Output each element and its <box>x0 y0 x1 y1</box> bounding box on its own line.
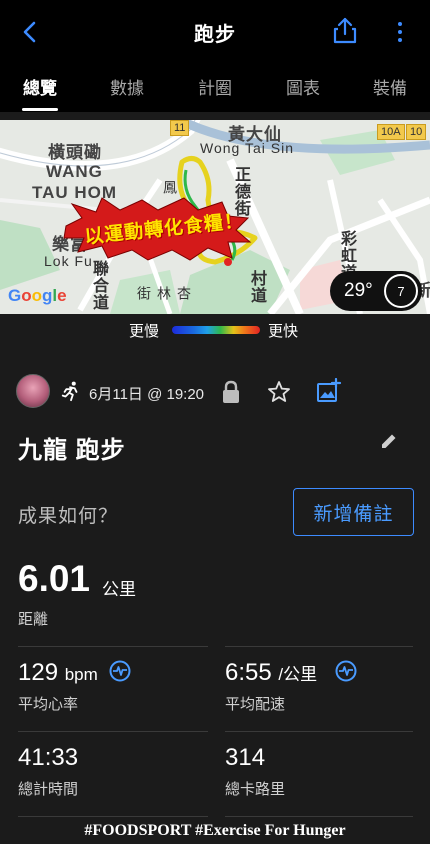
heart-rate-unit: bpm <box>64 665 98 684</box>
how-did-it-go-label: 成果如何？ <box>18 506 119 527</box>
distance-value: 6.01 <box>18 558 91 599</box>
divider <box>18 646 208 647</box>
wind-direction-icon: 7 <box>384 274 418 308</box>
pace-unit: /公里 <box>278 665 318 684</box>
heart-rate-icon <box>109 660 131 682</box>
more-options-button[interactable] <box>392 18 408 46</box>
total-time-label: 總計時間 <box>18 781 79 798</box>
pace-icon <box>335 660 357 682</box>
map-label-fung: 鳳 <box>162 180 178 195</box>
activity-meta-row: 6月11日 @ 19:20 <box>16 372 416 412</box>
calories-value: 314 <box>225 744 266 771</box>
tab-bar: 總覽 數據 計圈 圖表 裝備 <box>0 62 430 112</box>
divider <box>225 646 413 647</box>
distance-label: 距離 <box>18 611 49 628</box>
add-note-button[interactable]: 新增備註 <box>293 488 414 536</box>
heart-rate-stat: 129 bpm <box>18 659 98 687</box>
tab-overview[interactable]: 總覽 <box>23 74 57 99</box>
watermark-hashtag: #FOODSPORT #Exercise For Hunger <box>84 822 346 839</box>
distance-unit: 公里 <box>102 580 136 599</box>
more-vertical-icon <box>398 22 402 26</box>
speed-legend: 更慢 更快 <box>0 318 430 342</box>
weather-chip: 29° 7 <box>330 271 422 311</box>
tab-gear[interactable]: 裝備 <box>373 74 407 99</box>
active-tab-indicator <box>22 108 58 111</box>
pace-value: 6:55 <box>225 659 272 686</box>
map-label-wang: WANG <box>46 162 103 181</box>
speed-fast-label: 更快 <box>268 323 299 340</box>
route-badge-10a: 10A <box>377 124 405 140</box>
heart-rate-value: 129 <box>18 659 59 686</box>
pace-label: 平均配速 <box>225 696 286 713</box>
tab-laps[interactable]: 計圈 <box>198 74 232 99</box>
page-title: 跑步 <box>194 24 236 46</box>
star-outline-icon[interactable] <box>267 380 291 404</box>
add-photo-icon[interactable] <box>316 378 342 404</box>
top-app-bar: 跑步 <box>0 0 430 62</box>
divider <box>18 731 208 732</box>
share-icon <box>333 17 357 44</box>
tab-charts[interactable]: 圖表 <box>286 74 320 99</box>
divider <box>225 731 413 732</box>
divider <box>18 816 208 817</box>
activity-name: 九龍 跑步 <box>18 437 126 464</box>
map-label-junction-road: 聯合道 <box>90 260 107 311</box>
avatar[interactable] <box>16 374 50 408</box>
foodsport-banner: 以運動轉化食糧！ <box>62 196 252 262</box>
running-person-icon <box>61 381 78 402</box>
speed-gradient-bar <box>172 326 260 334</box>
tab-data[interactable]: 數據 <box>110 74 144 99</box>
speed-slow-label: 更慢 <box>129 323 160 340</box>
activity-date: 6月11日 @ 19:20 <box>89 386 205 403</box>
map-label-hang-lam-street: 杏林街 <box>136 286 192 301</box>
pace-stat: 6:55 /公里 <box>225 659 317 687</box>
calories-label: 總卡路里 <box>225 781 286 798</box>
heart-rate-label: 平均心率 <box>18 696 79 713</box>
pencil-icon[interactable] <box>380 432 398 450</box>
google-logo: Google <box>8 286 67 305</box>
map-label-wang-tau-hom-cn: 橫頭磡 <box>48 143 102 162</box>
lock-icon[interactable] <box>220 380 242 404</box>
route-badge-10: 10 <box>406 124 427 140</box>
map-label-village-road: 村道 <box>248 270 265 304</box>
weather-temperature: 29° <box>344 280 373 301</box>
divider <box>225 816 413 817</box>
total-time-value: 41:33 <box>18 744 79 771</box>
map-label-wong-tai-sin-en: Wong Tai Sin <box>200 140 294 156</box>
share-button[interactable] <box>332 16 360 46</box>
wind-speed: 7 <box>397 283 405 299</box>
route-badge-11: 11 <box>170 120 190 136</box>
